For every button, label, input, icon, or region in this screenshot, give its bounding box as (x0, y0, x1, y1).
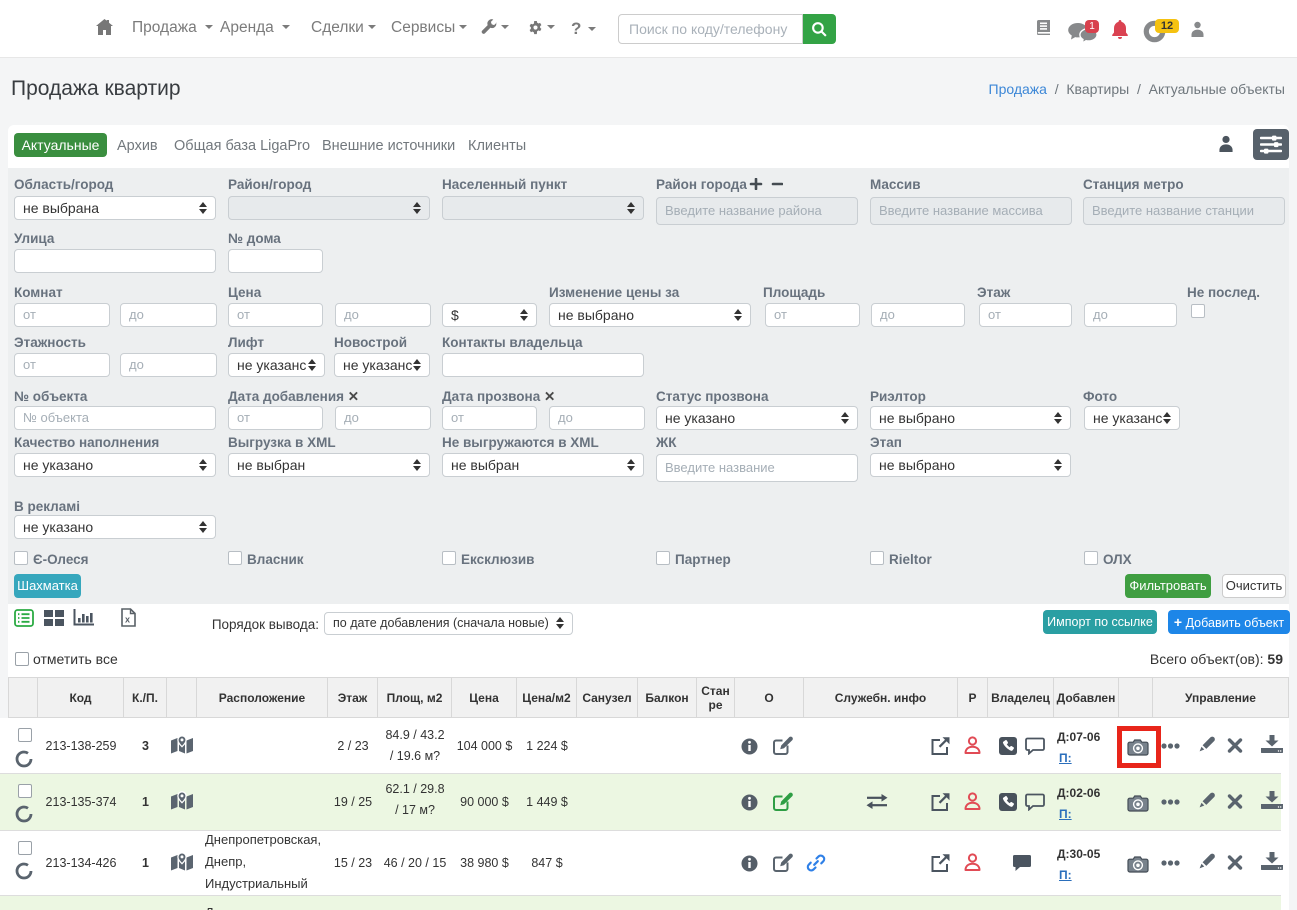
svg-text:x: x (125, 615, 130, 625)
